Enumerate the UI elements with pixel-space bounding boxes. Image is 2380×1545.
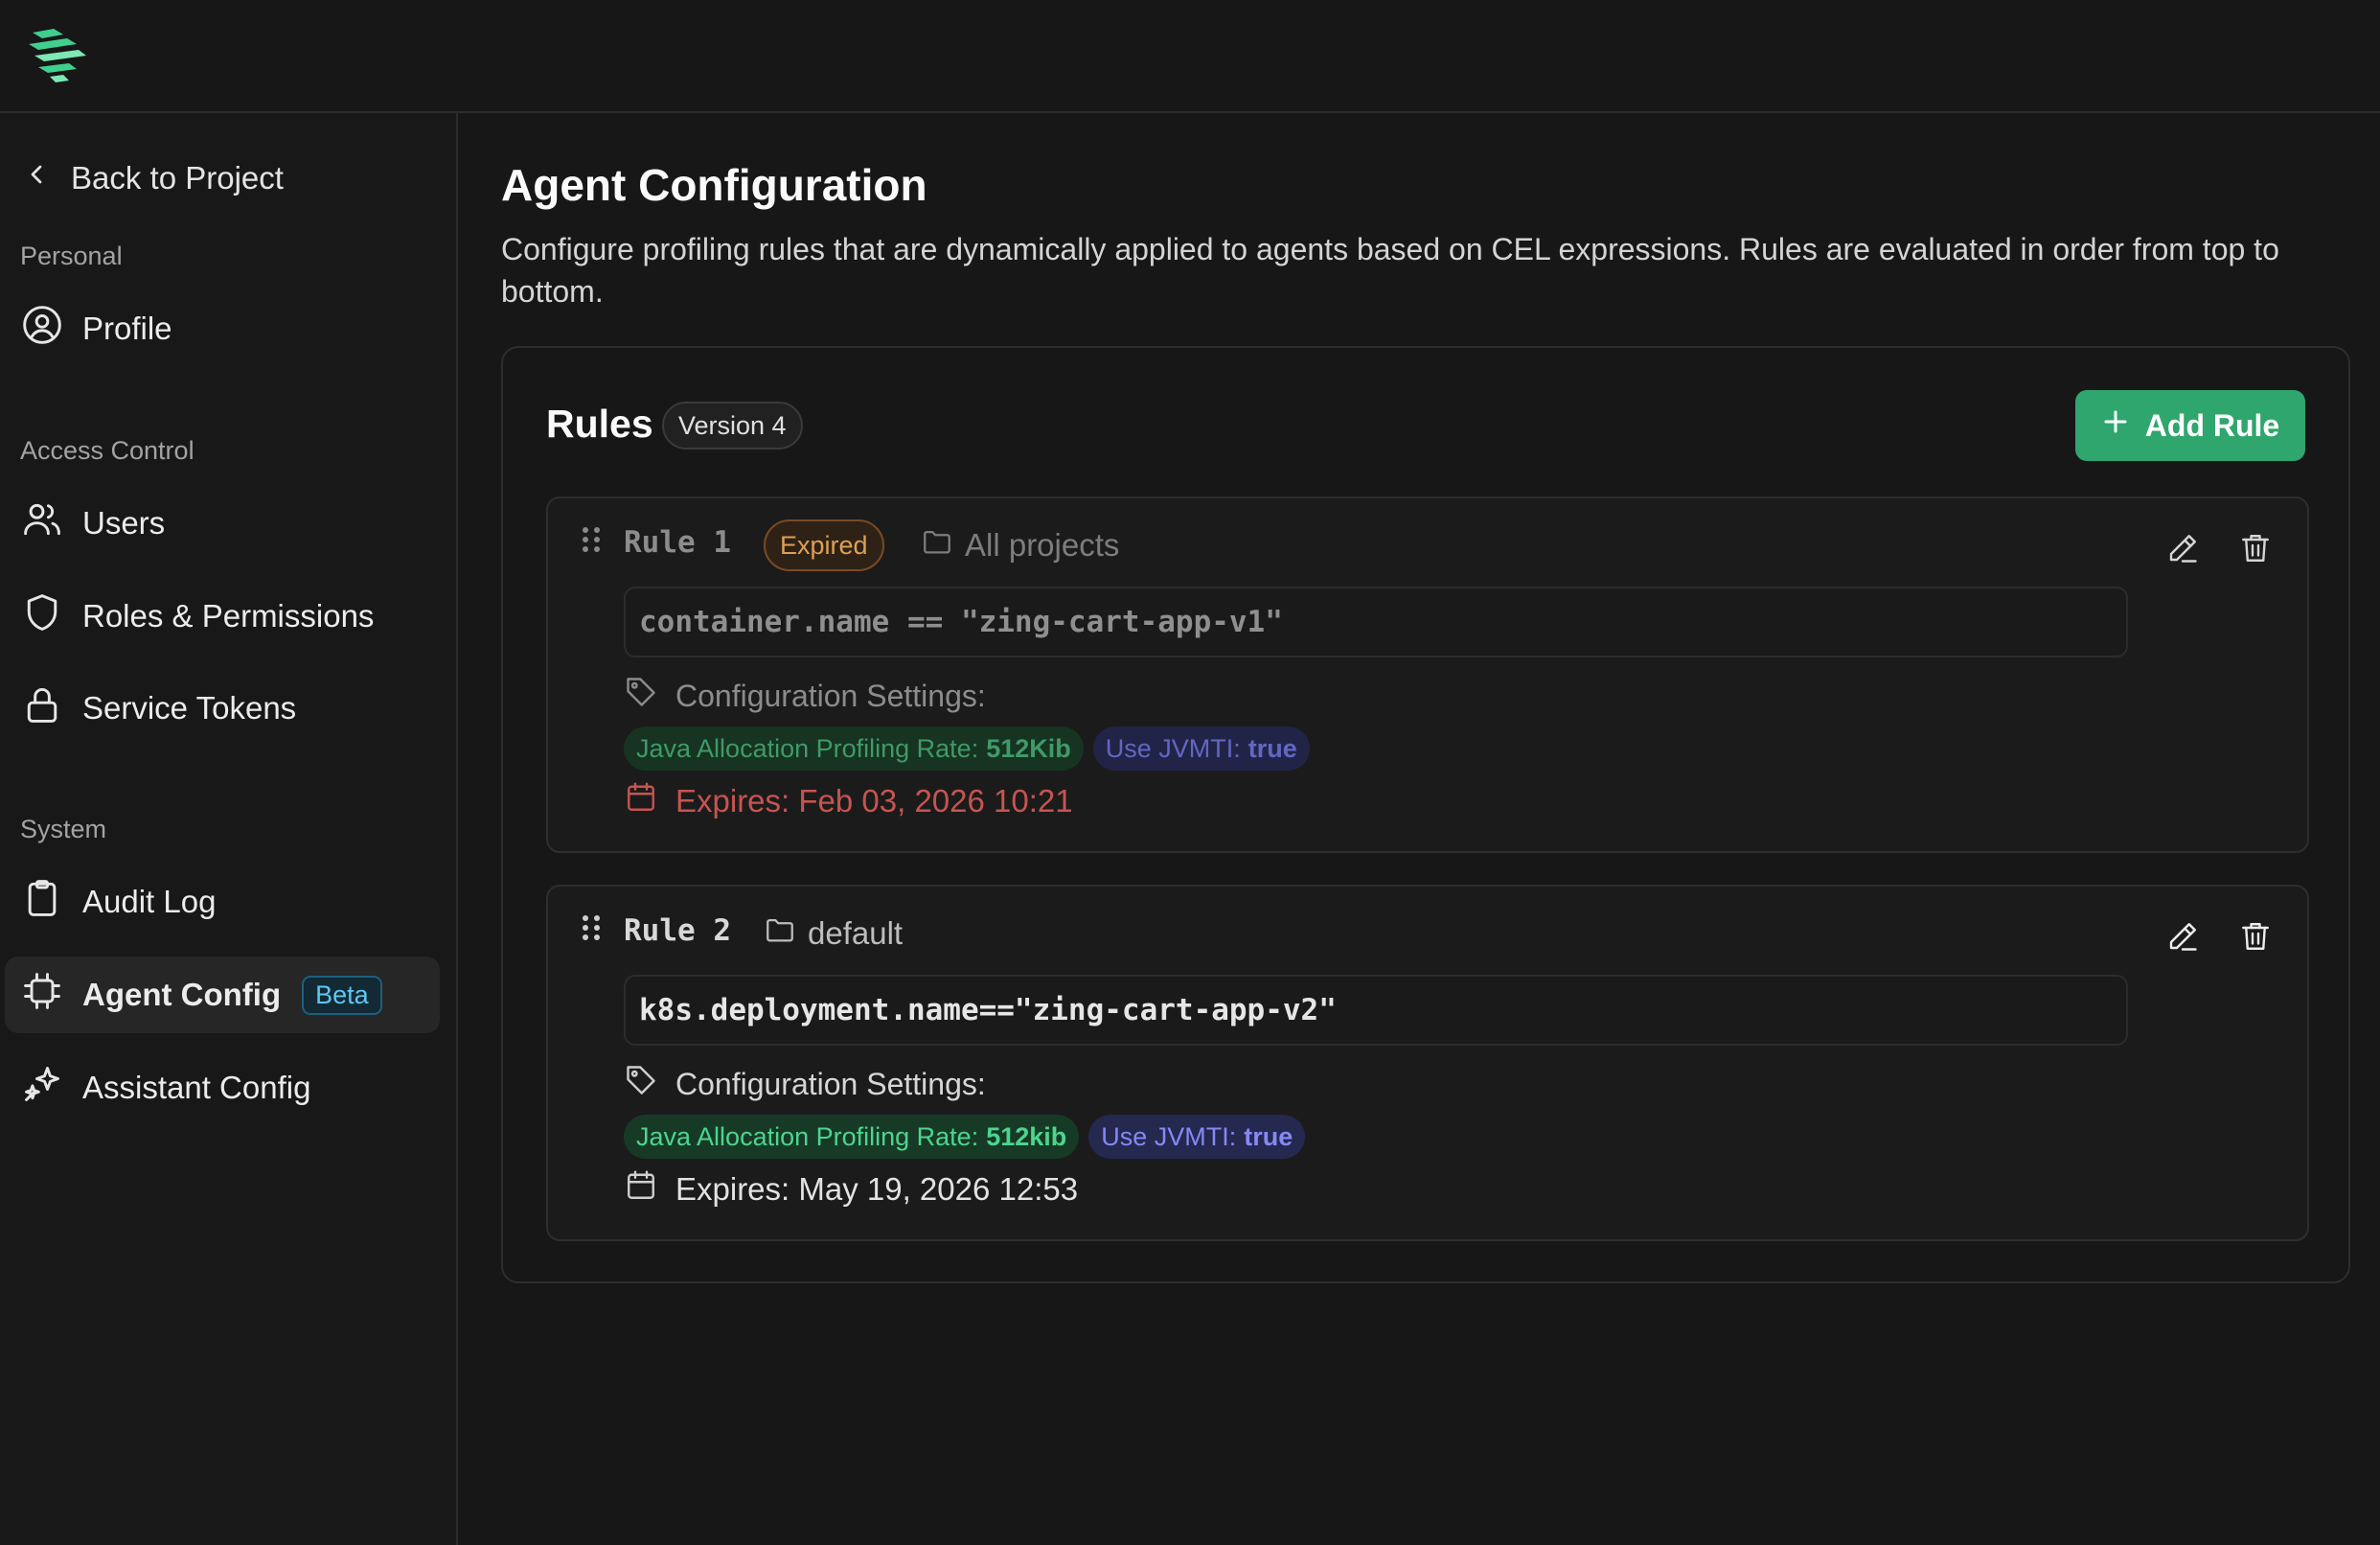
rule-card-1: Rule 1 Expired All projects container.na… — [546, 496, 2309, 853]
sparkles-icon — [21, 1063, 63, 1113]
users-icon — [21, 498, 63, 548]
trash-icon[interactable] — [2238, 919, 2273, 958]
sidebar-item-profile[interactable]: Profile — [5, 290, 440, 367]
rule-card-2: Rule 2 default k8s.deployment.name=="zin… — [546, 885, 2309, 1241]
sidebar-item-label: Agent Config — [82, 977, 282, 1012]
rule-actions — [2165, 531, 2273, 570]
cel-expression-field[interactable]: k8s.deployment.name=="zing-cart-app-v2" — [624, 975, 2128, 1046]
trash-icon[interactable] — [2238, 531, 2273, 570]
main-content: Agent Configuration Configure profiling … — [460, 113, 2380, 1545]
page-description: Configure profiling rules that are dynam… — [501, 232, 2279, 309]
rule-expiry: Expires: May 19, 2026 12:53 — [624, 1168, 1078, 1211]
sidebar: Back to Project Personal Profile Access … — [0, 113, 458, 1545]
folder-icon — [921, 525, 953, 565]
rule-actions — [2165, 919, 2273, 958]
configuration-heading-label: Configuration Settings: — [675, 678, 986, 713]
setting-value: 512kib — [986, 1121, 1067, 1151]
section-label-system: System — [20, 815, 107, 843]
beta-badge: Beta — [302, 975, 382, 1015]
setting-pill-jvmti: Use JVMTI: true — [1088, 1115, 1306, 1159]
rule-expiry: Expires: Feb 03, 2026 10:21 — [624, 780, 1073, 822]
clipboard-icon — [21, 877, 63, 927]
rule-project-scope: All projects — [921, 525, 1119, 565]
setting-label: Use JVMTI: — [1101, 1121, 1237, 1151]
section-label-personal: Personal — [20, 242, 123, 270]
top-bar — [0, 0, 2380, 113]
cel-expression-field[interactable]: container.name == "zing-cart-app-v1" — [624, 587, 2128, 657]
rule-name: Rule 2 — [624, 913, 731, 948]
setting-pill-jvmti: Use JVMTI: true — [1092, 726, 1310, 771]
setting-pill-alloc-rate: Java Allocation Profiling Rate: 512kib — [624, 1115, 1080, 1159]
project-label: default — [808, 915, 904, 951]
tag-icon — [624, 675, 658, 717]
calendar-icon — [624, 780, 658, 822]
drag-handle-icon[interactable] — [581, 525, 602, 559]
rule-name: Rule 1 — [624, 525, 731, 560]
version-badge: Version 4 — [662, 402, 803, 450]
shield-icon — [21, 591, 63, 641]
sidebar-item-label: Assistant Config — [82, 1070, 311, 1105]
rule-project-scope: default — [764, 913, 903, 954]
sidebar-item-label: Roles & Permissions — [82, 598, 375, 634]
add-rule-label: Add Rule — [2144, 407, 2280, 443]
sidebar-item-agent-config[interactable]: Agent Config Beta — [5, 957, 440, 1033]
cpu-chip-icon — [21, 970, 63, 1020]
drag-handle-icon[interactable] — [581, 913, 602, 947]
project-label: All projects — [965, 527, 1120, 563]
configuration-heading: Configuration Settings: — [624, 675, 986, 717]
sidebar-item-assistant-config[interactable]: Assistant Config — [5, 1049, 440, 1126]
setting-label: Use JVMTI: — [1105, 733, 1241, 763]
sidebar-item-label: Service Tokens — [82, 690, 297, 726]
setting-pill-alloc-rate: Java Allocation Profiling Rate: 512Kib — [624, 726, 1084, 771]
chevron-left-icon — [21, 159, 52, 197]
sidebar-item-users[interactable]: Users — [5, 485, 440, 562]
expiry-label: Expires: May 19, 2026 12:53 — [675, 1171, 1079, 1207]
setting-label: Java Allocation Profiling Rate: — [636, 733, 979, 763]
setting-value: true — [1247, 733, 1297, 763]
edit-pencil-icon[interactable] — [2165, 531, 2200, 570]
setting-value: 512Kib — [986, 733, 1071, 763]
expired-badge: Expired — [764, 519, 884, 571]
sidebar-item-label: Audit Log — [82, 884, 217, 919]
rules-card: Rules Version 4 Add Rule Rule 1 Expired … — [501, 346, 2350, 1283]
sidebar-item-roles-permissions[interactable]: Roles & Permissions — [5, 578, 440, 655]
sidebar-item-label: Users — [82, 505, 166, 541]
configuration-heading: Configuration Settings: — [624, 1063, 986, 1105]
settings-list: Java Allocation Profiling Rate: 512Kib U… — [624, 726, 1310, 771]
rules-title: Rules — [546, 402, 653, 446]
setting-value: true — [1244, 1121, 1293, 1151]
back-to-project-link[interactable]: Back to Project — [21, 151, 284, 205]
folder-icon — [764, 913, 796, 954]
tag-icon — [624, 1063, 658, 1105]
lock-icon — [21, 683, 63, 733]
user-circle-icon — [21, 304, 63, 354]
edit-pencil-icon[interactable] — [2165, 919, 2200, 958]
back-label: Back to Project — [71, 160, 284, 196]
calendar-icon — [624, 1168, 658, 1211]
settings-list: Java Allocation Profiling Rate: 512kib U… — [624, 1115, 1306, 1159]
sidebar-item-label: Profile — [82, 311, 172, 346]
add-rule-button[interactable]: Add Rule — [2075, 390, 2305, 461]
expiry-label: Expires: Feb 03, 2026 10:21 — [675, 783, 1073, 819]
section-label-access-control: Access Control — [20, 436, 195, 465]
sidebar-item-audit-log[interactable]: Audit Log — [5, 864, 440, 940]
plus-icon — [2101, 407, 2130, 444]
configuration-heading-label: Configuration Settings: — [675, 1066, 986, 1101]
page-title: Agent Configuration — [501, 160, 927, 210]
setting-label: Java Allocation Profiling Rate: — [636, 1121, 979, 1151]
sidebar-item-service-tokens[interactable]: Service Tokens — [5, 670, 440, 747]
app-logo-icon[interactable] — [25, 27, 92, 84]
